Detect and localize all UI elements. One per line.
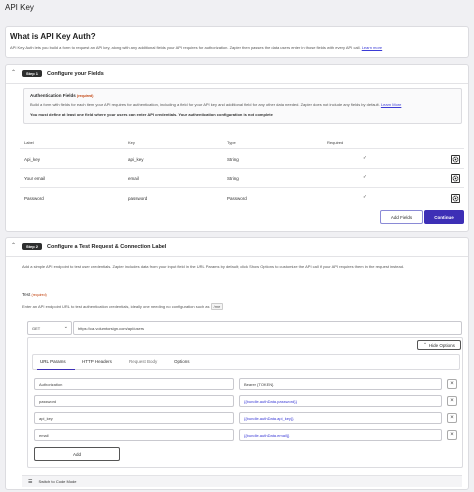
- row-divider: [20, 168, 464, 169]
- tab-request-body[interactable]: Request Body: [129, 359, 157, 364]
- field-label: Password: [24, 196, 44, 201]
- gear-icon[interactable]: [451, 155, 460, 164]
- test-help: Enter an API endpoint URL to test authen…: [22, 303, 224, 310]
- switch-to-code-mode-link[interactable]: Switch to Code Mode: [38, 479, 76, 484]
- param-key-input[interactable]: password: [34, 395, 234, 407]
- auth-fields-learn-more-link[interactable]: Learn More: [381, 102, 401, 107]
- tab-http-headers[interactable]: HTTP Headers: [82, 359, 112, 364]
- hide-options-button[interactable]: ⌃ Hide Options: [417, 340, 461, 350]
- step1-header[interactable]: ⌃ Step 1 Configure your Fields: [10, 70, 104, 77]
- field-key: password: [128, 196, 148, 201]
- chevron-up-icon[interactable]: ⌃: [10, 243, 17, 250]
- param-value-input[interactable]: {{bundle.authData.password}}: [239, 395, 442, 407]
- step1-badge: Step 1: [22, 70, 43, 77]
- param-value-input[interactable]: {{bundle.authData.email}}: [239, 429, 442, 441]
- field-key: api_key: [128, 157, 144, 162]
- method-value: GET: [32, 325, 41, 331]
- field-label: Api_key: [24, 157, 41, 162]
- intro-description: API Key Auth lets you build a form to re…: [10, 45, 361, 50]
- step2-badge: Step 2: [22, 243, 43, 250]
- required-check-icon: ✓: [363, 194, 367, 199]
- test-label-text: Test: [22, 292, 31, 297]
- param-key-input[interactable]: Authorization: [34, 378, 234, 390]
- code-mode-bar[interactable]: ☰ Switch to Code Mode: [22, 475, 462, 487]
- column-header-required: Required: [327, 140, 344, 145]
- divider: [6, 256, 468, 257]
- field-type: Password: [227, 196, 247, 201]
- required-tag: (required): [31, 293, 47, 297]
- field-key: email: [128, 176, 139, 181]
- add-fields-button[interactable]: Add Fields: [380, 210, 423, 224]
- test-help-text: Enter an API endpoint URL to test authen…: [22, 304, 210, 309]
- auth-fields-desc-text: Build a form with fields for each item y…: [30, 102, 380, 107]
- column-header-label: Label: [24, 140, 34, 145]
- tab-url-params[interactable]: URL Params: [40, 359, 66, 364]
- param-value-input[interactable]: {{bundle.authData.api_key}}: [239, 412, 442, 424]
- method-select[interactable]: GET ⌄: [27, 321, 72, 335]
- auth-fields-title-text: Authentication Fields: [30, 93, 76, 98]
- param-value-input[interactable]: Bearer {TOKEN}: [239, 378, 442, 390]
- add-param-button[interactable]: Add: [34, 447, 120, 461]
- tab-options[interactable]: Options: [174, 359, 190, 364]
- auth-fields-box: Authentication Fields (required) Build a…: [23, 88, 462, 124]
- request-tabs: URL Params HTTP Headers Request Body Opt…: [32, 354, 460, 370]
- close-icon[interactable]: ×: [447, 396, 457, 406]
- code-icon: ☰: [28, 478, 33, 485]
- auth-fields-warning: You must define at least one field where…: [30, 112, 273, 117]
- intro-card: What is API Key Auth? API Key Auth lets …: [5, 26, 469, 58]
- page-title: API Key: [5, 3, 34, 12]
- intro-learn-more-link[interactable]: Learn more: [362, 45, 382, 50]
- step2-card: ⌃ Step 2 Configure a Test Request & Conn…: [5, 237, 469, 490]
- gear-icon[interactable]: [451, 174, 460, 183]
- active-tab-indicator: [37, 369, 75, 370]
- close-icon[interactable]: ×: [447, 413, 457, 423]
- header-divider: [20, 148, 464, 149]
- url-input[interactable]: https://ca.volumtorsign.com/api/users: [73, 321, 462, 335]
- step2-header[interactable]: ⌃ Step 2 Configure a Test Request & Conn…: [10, 243, 166, 250]
- chevron-up-icon: ⌃: [423, 342, 427, 347]
- param-key-input[interactable]: email: [34, 429, 234, 441]
- step2-title: Configure a Test Request & Connection La…: [47, 243, 167, 250]
- chevron-up-icon[interactable]: ⌃: [10, 70, 17, 77]
- continue-button[interactable]: Continue: [424, 210, 464, 224]
- intro-text: API Key Auth lets you build a form to re…: [10, 45, 466, 50]
- step1-card: ⌃ Step 1 Configure your Fields Authentic…: [5, 64, 469, 232]
- field-type: String: [227, 157, 239, 162]
- field-label: Your email: [24, 176, 46, 181]
- param-key-input[interactable]: api_key: [34, 412, 234, 424]
- step2-description: Add a simple API endpoint to test user c…: [22, 264, 405, 269]
- intro-title: What is API Key Auth?: [10, 32, 96, 41]
- test-label: Test (required): [22, 292, 47, 297]
- chevron-down-icon: ⌄: [63, 324, 68, 330]
- column-header-key: Key: [128, 140, 135, 145]
- gear-icon[interactable]: [451, 194, 460, 203]
- row-divider: [20, 187, 464, 188]
- auth-fields-desc: Build a form with fields for each item y…: [30, 102, 460, 107]
- divider: [6, 83, 468, 84]
- auth-fields-title: Authentication Fields (required): [30, 93, 93, 98]
- hide-options-label: Hide Options: [428, 342, 455, 348]
- url-value: https://ca.volumtorsign.com/api/users: [78, 325, 145, 331]
- close-icon[interactable]: ×: [447, 430, 457, 440]
- column-header-type: Type: [227, 140, 236, 145]
- required-tag: (required): [77, 94, 94, 98]
- required-check-icon: ✓: [363, 174, 367, 179]
- field-type: String: [227, 176, 239, 181]
- step1-title: Configure your Fields: [47, 70, 104, 77]
- test-help-code: /me: [210, 303, 224, 310]
- options-panel: ⌃ Hide Options URL Params HTTP Headers R…: [27, 337, 463, 468]
- required-check-icon: ✓: [363, 155, 367, 160]
- close-icon[interactable]: ×: [447, 379, 457, 389]
